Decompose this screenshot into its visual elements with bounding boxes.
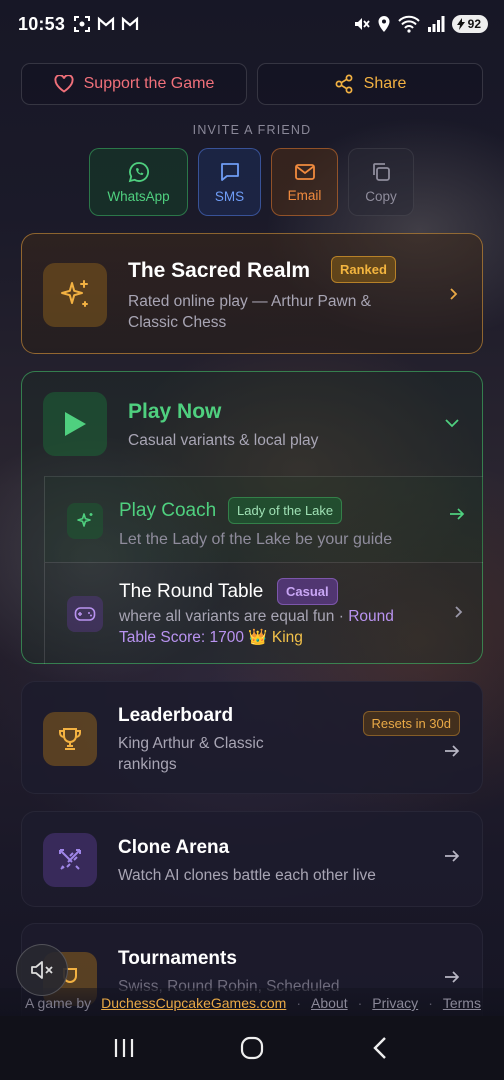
home-icon	[240, 1036, 264, 1060]
wifi-icon	[397, 15, 420, 33]
location-icon	[378, 16, 390, 32]
play-now-title[interactable]: Play Now	[128, 400, 221, 424]
footer-separator: ·	[357, 995, 363, 1011]
sacred-realm-card[interactable]: The Sacred Realm Ranked Rated online pla…	[21, 233, 483, 354]
tournaments-title: Tournaments	[118, 948, 237, 969]
sms-label: SMS	[214, 188, 245, 204]
whatsapp-label: WhatsApp	[107, 188, 170, 204]
top-actions: Support the Game Share	[21, 63, 483, 105]
support-game-label: Support the Game	[83, 75, 215, 92]
clock: 10:53	[18, 13, 66, 34]
mail-icon	[294, 163, 315, 180]
chevron-right-icon	[450, 288, 458, 300]
heart-icon	[54, 75, 74, 93]
home-button[interactable]	[232, 1028, 272, 1068]
reset-timer-badge: Resets in 30d	[362, 711, 460, 736]
play-now-subtitle: Casual variants & local play	[128, 432, 319, 449]
copy-label: Copy	[365, 188, 397, 204]
casual-badge: Casual	[277, 578, 338, 605]
clone-arena-title: Clone Arena	[118, 837, 230, 858]
recent-apps-icon	[114, 1039, 134, 1057]
round-table-subtitle: where all variants are equal fun · Round…	[119, 606, 429, 648]
arrow-right-icon	[450, 508, 465, 520]
play-icon	[43, 392, 107, 456]
gmail-icon	[97, 16, 115, 30]
leaderboard-card[interactable]: Leaderboard King Arthur & Classic rankin…	[21, 681, 483, 794]
share-email-button[interactable]: Email	[271, 148, 338, 216]
clone-arena-card[interactable]: Clone Arena Watch AI clones battle each …	[21, 811, 483, 907]
recent-apps-button[interactable]	[104, 1028, 144, 1068]
footer-separator: ·	[296, 995, 302, 1011]
sparkle-icon	[43, 263, 107, 327]
share-icon	[335, 74, 353, 94]
clone-arena-subtitle: Watch AI clones battle each other live	[118, 867, 376, 884]
round-table-item[interactable]: The Round Table Casual where all variant…	[44, 562, 483, 664]
main-content: Support the Game Share INVITE A FRIEND W…	[0, 48, 504, 1016]
arrow-right-icon	[445, 745, 460, 757]
status-bar: 10:53 92	[0, 0, 504, 48]
mute-notification-icon	[354, 18, 370, 30]
whatsapp-icon	[128, 161, 149, 182]
rank-king: 👑 King	[248, 629, 303, 646]
share-options: WhatsApp SMS Email Copy	[89, 148, 414, 216]
play-coach-subtitle: Let the Lady of the Lake be your guide	[119, 531, 393, 548]
privacy-link[interactable]: Privacy	[372, 995, 418, 1011]
support-game-button[interactable]: Support the Game	[21, 63, 247, 105]
system-navigation-bar	[0, 1016, 504, 1080]
copy-link-button[interactable]: Copy	[348, 148, 414, 216]
leaderboard-title: Leaderboard	[118, 705, 234, 726]
screenshot-icon	[74, 16, 91, 32]
arrow-right-icon	[445, 850, 460, 862]
charging-icon	[456, 18, 465, 30]
footer-separator: ·	[428, 995, 433, 1011]
footer-prefix: A game by	[25, 995, 92, 1011]
gamepad-icon	[67, 596, 103, 632]
copy-icon	[373, 162, 390, 181]
play-coach-title: Play Coach	[119, 500, 217, 521]
footer: A game by DuchessCupcakeGames.com · Abou…	[0, 988, 504, 1016]
share-label: Share	[363, 75, 407, 92]
round-table-description: where all variants are equal fun ·	[119, 608, 349, 625]
sound-toggle-button[interactable]	[16, 944, 68, 996]
speaker-muted-icon	[31, 961, 53, 979]
battery-level: 92	[467, 17, 481, 31]
play-now-card: Play Now Casual variants & local play Pl…	[21, 371, 483, 664]
chevron-down-icon[interactable]	[444, 416, 460, 430]
share-sms-button[interactable]: SMS	[198, 148, 261, 216]
back-button[interactable]	[360, 1028, 400, 1068]
trophy-icon	[43, 712, 97, 766]
message-icon	[220, 162, 239, 181]
round-table-title: The Round Table	[119, 581, 264, 602]
realm-subtitle: Rated online play — Arthur Pawn & Classi…	[128, 293, 371, 331]
swords-icon	[43, 833, 97, 887]
sparkle-icon	[67, 503, 103, 539]
about-link[interactable]: About	[311, 995, 348, 1011]
gmail-icon	[121, 16, 139, 30]
ranked-badge: Ranked	[331, 256, 396, 283]
terms-link[interactable]: Terms	[443, 995, 481, 1011]
chevron-right-icon	[455, 606, 463, 618]
back-icon	[373, 1037, 386, 1059]
arrow-right-icon	[445, 971, 460, 983]
realm-title: The Sacred Realm	[128, 259, 311, 282]
lady-of-the-lake-badge: Lady of the Lake	[228, 497, 343, 524]
signal-icon	[427, 16, 445, 32]
leaderboard-subtitle: King Arthur & Classic rankings	[118, 735, 264, 773]
email-label: Email	[287, 187, 322, 203]
share-whatsapp-button[interactable]: WhatsApp	[89, 148, 188, 216]
play-coach-item[interactable]: Play Coach Lady of the Lake Let the Lady…	[44, 476, 483, 562]
studio-link[interactable]: DuchessCupcakeGames.com	[101, 995, 286, 1011]
invite-heading: INVITE A FRIEND	[192, 123, 312, 137]
share-button[interactable]: Share	[257, 63, 483, 105]
battery-indicator: 92	[451, 15, 488, 33]
